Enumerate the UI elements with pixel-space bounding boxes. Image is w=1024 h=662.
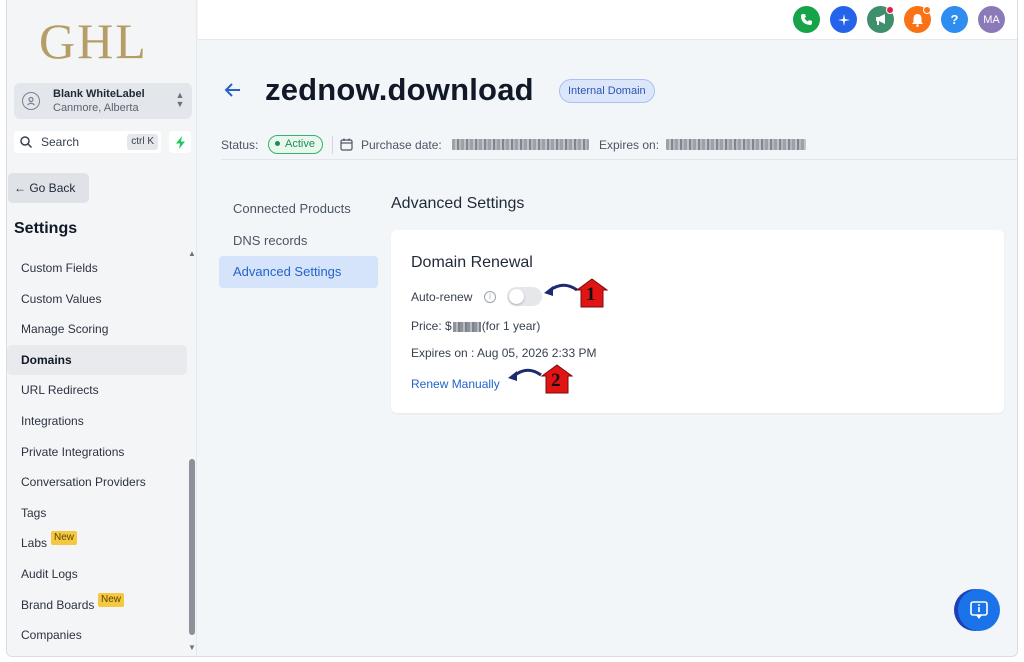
search-box[interactable]: Search ctrl K — [14, 131, 161, 153]
auto-renew-label: Auto-renew — [411, 290, 473, 304]
tab-advanced-settings[interactable]: Advanced Settings — [219, 256, 378, 288]
status-row: Status: Active Purchase date: Expires on… — [221, 130, 1017, 160]
domain-renewal-card: Domain Renewal Auto-renew i Price: $ (for… — [391, 230, 1004, 413]
sidebar: GHL Blank WhiteLabel Canmore, Alberta ▲ ▼… — [7, 0, 197, 656]
tab-connected-products[interactable]: Connected Products — [219, 193, 378, 225]
phone-icon[interactable] — [793, 6, 820, 33]
internal-domain-badge: Internal Domain — [559, 79, 655, 103]
chat-support-button[interactable] — [958, 589, 1000, 631]
price-redacted — [452, 321, 481, 332]
account-switcher[interactable]: Blank WhiteLabel Canmore, Alberta ▲ ▼ — [14, 83, 192, 119]
expires-text: Expires on : Aug 05, 2026 2:33 PM — [411, 346, 597, 360]
back-arrow-icon[interactable] — [223, 81, 243, 99]
sidebar-item-url-redirects[interactable]: URL Redirects — [7, 375, 187, 406]
annotation-callout-1: 1 — [541, 278, 611, 310]
page-title: zednow.download — [265, 72, 534, 107]
location-icon — [22, 92, 40, 110]
settings-nav: Custom Fields Custom Values Manage Scori… — [7, 253, 187, 651]
info-icon[interactable]: i — [484, 291, 496, 303]
auto-renew-toggle[interactable] — [507, 287, 542, 306]
price-text: Price: $ (for 1 year) — [411, 319, 541, 333]
go-back-label: Go Back — [29, 181, 76, 195]
sidebar-scrollbar[interactable]: ▲ ▼ — [188, 249, 196, 652]
purchase-date-redacted — [452, 139, 589, 150]
notification-dot — [886, 6, 894, 14]
callout-number: 1 — [586, 284, 596, 305]
chevron-updown-icon: ▲ ▼ — [175, 90, 185, 109]
sidebar-item-companies[interactable]: Companies — [7, 620, 187, 651]
sidebar-item-custom-values[interactable]: Custom Values — [7, 284, 187, 315]
sidebar-item-private-integrations[interactable]: Private Integrations — [7, 437, 187, 468]
chat-info-icon — [970, 601, 988, 619]
app-window: GHL Blank WhiteLabel Canmore, Alberta ▲ ▼… — [6, 0, 1018, 657]
annotation-callout-2: 2 — [505, 364, 577, 396]
quick-actions-button[interactable] — [169, 131, 191, 153]
tab-dns-records[interactable]: DNS records — [219, 225, 378, 257]
arrow-left-icon: ← — [14, 181, 26, 195]
status-badge: Active — [268, 135, 323, 154]
search-icon — [20, 136, 33, 149]
section-title: Advanced Settings — [391, 195, 525, 212]
calendar-icon — [340, 138, 353, 151]
scroll-down-icon[interactable]: ▼ — [188, 643, 196, 652]
sparkle-icon[interactable] — [830, 6, 857, 33]
sidebar-item-manage-scoring[interactable]: Manage Scoring — [7, 314, 187, 345]
sidebar-item-domains[interactable]: Domains — [7, 344, 187, 376]
expires-on-label: Expires on: — [599, 138, 660, 152]
sidebar-item-labs[interactable]: Labs New — [7, 528, 187, 559]
go-back-button[interactable]: ← Go Back — [8, 173, 89, 203]
status-label: Status: — [221, 138, 259, 152]
new-badge: New — [98, 592, 125, 607]
logo: GHL — [39, 13, 148, 69]
sidebar-item-conversation-providers[interactable]: Conversation Providers — [7, 467, 187, 498]
search-label: Search — [41, 135, 80, 149]
new-badge: New — [51, 531, 78, 546]
callout-number: 2 — [551, 370, 561, 391]
main-content: zednow.download Internal Domain Status: … — [198, 41, 1017, 656]
notification-dot — [923, 6, 931, 14]
account-location: Canmore, Alberta — [53, 102, 139, 114]
settings-title: Settings — [14, 220, 78, 237]
top-bar: ? MA — [198, 0, 1017, 40]
renew-manually-link[interactable]: Renew Manually — [411, 377, 500, 391]
search-shortcut: ctrl K — [127, 134, 158, 150]
sidebar-item-tags[interactable]: Tags — [7, 498, 187, 529]
domain-subnav: Connected Products DNS records Advanced … — [219, 193, 378, 288]
purchase-date-label: Purchase date: — [361, 138, 442, 152]
sidebar-item-integrations[interactable]: Integrations — [7, 406, 187, 437]
sidebar-item-brand-boards[interactable]: Brand Boards New — [7, 590, 187, 621]
expires-on-redacted — [666, 139, 806, 150]
scroll-up-icon[interactable]: ▲ — [188, 249, 196, 258]
divider — [332, 136, 333, 154]
bolt-icon — [175, 135, 185, 149]
help-icon[interactable]: ? — [941, 6, 968, 33]
sidebar-item-audit-logs[interactable]: Audit Logs — [7, 559, 187, 590]
account-name: Blank WhiteLabel — [53, 88, 145, 100]
avatar[interactable]: MA — [978, 6, 1005, 33]
bell-icon[interactable] — [904, 6, 931, 33]
sidebar-item-custom-fields[interactable]: Custom Fields — [7, 253, 187, 284]
megaphone-icon[interactable] — [867, 6, 894, 33]
card-title: Domain Renewal — [411, 254, 533, 271]
scroll-thumb[interactable] — [189, 459, 195, 635]
